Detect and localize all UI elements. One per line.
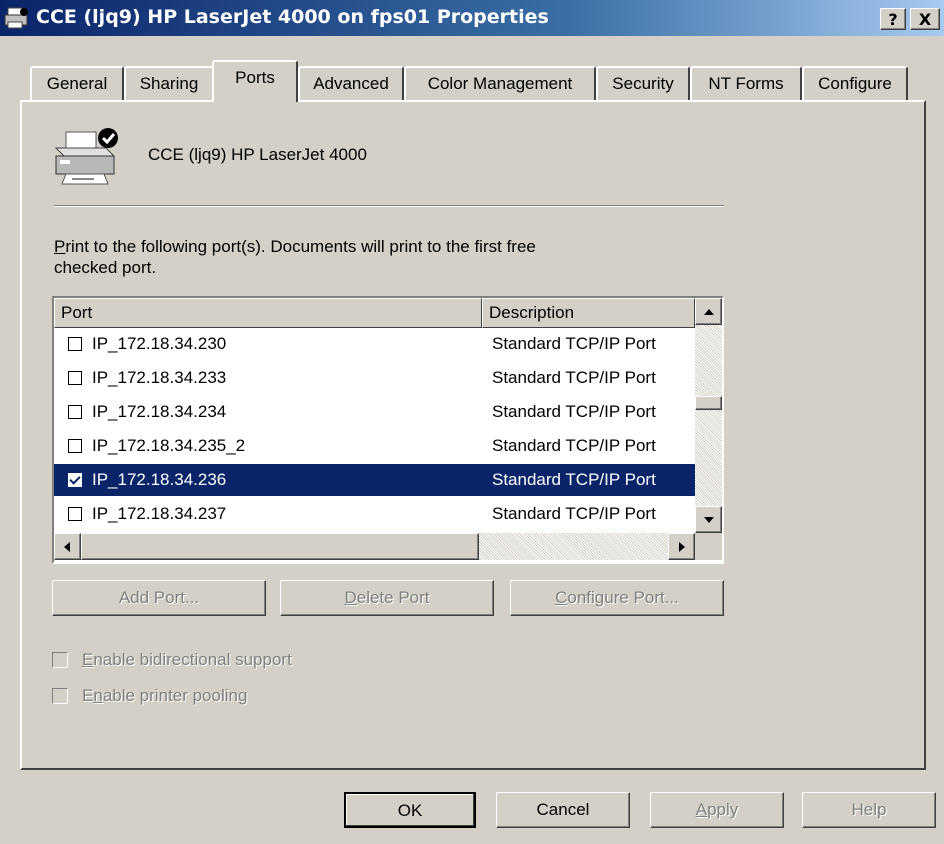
list-header: Port Description	[54, 298, 695, 328]
horizontal-scroll-thumb[interactable]	[81, 533, 479, 560]
check-badge-icon	[98, 128, 118, 148]
port-checkbox[interactable]	[68, 337, 82, 351]
horizontal-scrollbar[interactable]	[54, 533, 695, 560]
port-checkbox[interactable]	[68, 439, 82, 453]
add-port-button[interactable]: Add Port...	[52, 580, 266, 616]
column-header-port[interactable]: Port	[54, 298, 482, 328]
scroll-right-icon	[679, 542, 685, 552]
port-name: IP_172.18.34.230	[92, 334, 227, 353]
vertical-scrollbar[interactable]	[695, 298, 722, 533]
checkbox-box[interactable]	[52, 688, 68, 704]
tab-configure[interactable]: Configure	[802, 66, 908, 100]
window-title: CCE (ljq9) HP LaserJet 4000 on fps01 Pro…	[36, 6, 549, 28]
port-checkbox[interactable]	[68, 371, 82, 385]
port-name: IP_172.18.34.235_2	[92, 436, 246, 455]
scroll-right-button[interactable]	[668, 533, 695, 560]
checkbox-box[interactable]	[52, 652, 68, 668]
apply-button[interactable]: Apply	[650, 792, 784, 828]
printer-icon	[54, 128, 118, 185]
port-checkbox[interactable]	[68, 405, 82, 419]
vertical-scroll-thumb[interactable]	[695, 396, 722, 410]
port-checkbox[interactable]	[68, 507, 82, 521]
port-list[interactable]: Port Description IP_172.18.34.230 Standa…	[52, 296, 724, 564]
scroll-up-button[interactable]	[695, 298, 722, 325]
close-button[interactable]: X	[910, 8, 940, 30]
tab-ports[interactable]: Ports	[212, 60, 298, 102]
tab-advanced[interactable]: Advanced	[298, 66, 404, 100]
tab-sharing[interactable]: Sharing	[124, 66, 214, 100]
column-header-description[interactable]: Description	[482, 298, 695, 328]
title-bar[interactable]: CCE (ljq9) HP LaserJet 4000 on fps01 Pro…	[0, 0, 944, 36]
properties-dialog: CCE (ljq9) HP LaserJet 4000 on fps01 Pro…	[0, 0, 944, 844]
checkbox-label: Enable printer pooling	[82, 686, 248, 705]
port-checkbox-checked[interactable]	[68, 473, 82, 487]
table-row[interactable]: IP_172.18.34.234 Standard TCP/IP Port	[54, 396, 695, 428]
port-name: IP_172.18.34.236	[92, 470, 227, 489]
printer-title-icon	[4, 7, 28, 29]
port-instructions: Print to the following port(s). Document…	[54, 237, 536, 277]
printer-name: CCE (ljq9) HP LaserJet 4000	[148, 145, 367, 164]
scroll-left-button[interactable]	[54, 533, 81, 560]
ok-button[interactable]: OK	[344, 792, 476, 828]
table-row[interactable]: IP_172.18.34.235_2 Standard TCP/IP Port	[54, 430, 695, 462]
tab-color-management[interactable]: Color Management	[404, 66, 596, 100]
port-description: Standard TCP/IP Port	[492, 470, 656, 489]
help-title-button[interactable]: ?	[880, 8, 906, 30]
cancel-button[interactable]: Cancel	[496, 792, 630, 828]
scroll-down-icon	[704, 517, 714, 523]
port-description: Standard TCP/IP Port	[492, 334, 656, 353]
table-row[interactable]: IP_172.18.34.237 Standard TCP/IP Port	[54, 498, 695, 530]
tab-security[interactable]: Security	[596, 66, 690, 100]
table-row[interactable]: IP_172.18.34.233 Standard TCP/IP Port	[54, 362, 695, 394]
table-row[interactable]: IP_172.18.34.230 Standard TCP/IP Port	[54, 328, 695, 360]
port-description: Standard TCP/IP Port	[492, 368, 656, 387]
port-name: IP_172.18.34.234	[92, 402, 227, 421]
delete-port-button[interactable]: Delete Port	[280, 580, 494, 616]
port-description: Standard TCP/IP Port	[492, 504, 656, 523]
scroll-down-button[interactable]	[695, 506, 722, 533]
port-name: IP_172.18.34.233	[92, 368, 227, 387]
port-description: Standard TCP/IP Port	[492, 402, 656, 421]
checkbox-label: Enable bidirectional support	[82, 650, 292, 669]
tab-general[interactable]: General	[30, 66, 124, 100]
port-name: IP_172.18.34.237	[92, 504, 227, 523]
port-description: Standard TCP/IP Port	[492, 436, 656, 455]
help-button[interactable]: Help	[802, 792, 936, 828]
divider	[54, 205, 724, 207]
tab-nt-forms[interactable]: NT Forms	[690, 66, 802, 100]
scroll-up-icon	[704, 309, 714, 315]
configure-port-button[interactable]: Configure Port...	[510, 580, 724, 616]
scrollbar-corner	[695, 533, 722, 560]
table-row-selected[interactable]: IP_172.18.34.236 Standard TCP/IP Port	[54, 464, 695, 496]
scroll-left-icon	[64, 542, 70, 552]
